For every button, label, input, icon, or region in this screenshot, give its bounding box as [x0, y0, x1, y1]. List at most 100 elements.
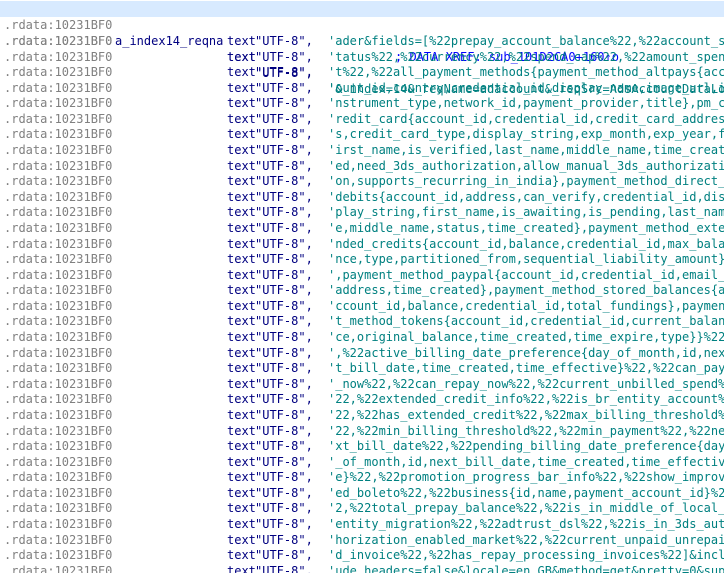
directive-keyword: text [227, 563, 256, 573]
line-address: .rdata:10231BF0 [4, 205, 113, 220]
encoding-literal: "UTF-8", [255, 563, 313, 573]
string-value: ',payment_method_paypal{account_id,crede… [328, 267, 724, 282]
string-value: '_of_month,id,next_bill_date,time_create… [328, 454, 724, 469]
listing-line[interactable]: .rdata:10231BF0 text "UTF-8", 'nce,type,par… [0, 251, 724, 267]
encoding-literal: "UTF-8", [255, 267, 313, 282]
line-address: .rdata:10231BF0 [4, 34, 113, 48]
listing-line[interactable]: .rdata:10231BF0 text "UTF-8", '22,%22extend… [0, 391, 724, 407]
listing-line[interactable]: .rdata:10231BF0 text "UTF-8", 'ed,need_3ds_… [0, 158, 724, 174]
listing-line[interactable]: .rdata:10231BF0 text "UTF-8", 'd_invoice%22… [0, 547, 724, 563]
listing-line[interactable]: .rdata:10231BF0 text "UTF-8", 't_bill_date,… [0, 360, 724, 376]
line-address: .rdata:10231BF0 [4, 174, 113, 189]
listing-line[interactable]: .rdata:10231BF0 text "UTF-8", ',%22active_b… [0, 345, 724, 361]
line-address: .rdata:10231BF0 [4, 65, 113, 80]
listing-line[interactable]: .rdata:10231BF0 text "UTF-8", ',payment_met… [0, 267, 724, 283]
listing-line[interactable]: .rdata:10231BF0 text "UTF-8", 'ce,original_… [0, 329, 724, 345]
listing-line[interactable]: .rdata:10231BF0 text "UTF-8", 'on,supports_… [0, 173, 724, 189]
string-value: 'nce,type,partitioned_from,sequential_li… [328, 252, 724, 267]
listing-line[interactable]: .rdata:10231BF0 text "UTF-8", 't_method_tok… [0, 313, 724, 329]
disassembly-listing[interactable]: .rdata:10231BF0 a_index14_reqna text "UT… [0, 0, 724, 573]
directive-keyword: text [227, 532, 256, 547]
listing-line[interactable]: .rdata:10231BF0 text "UTF-8", 'nstrument_ty… [0, 95, 724, 111]
listing-line[interactable]: .rdata:10231BF0 a_index14_reqna text "UT… [0, 1, 724, 96]
line-address: .rdata:10231BF0 [4, 345, 113, 360]
listing-line[interactable]: .rdata:10231BF0 text "UTF-8", 'tatus%22,%22… [0, 49, 724, 65]
encoding-literal: "UTF-8", [255, 516, 313, 531]
encoding-literal: "UTF-8", [255, 470, 313, 485]
line-address: .rdata:10231BF0 [4, 111, 113, 126]
string-value: 'entity_migration%22,%22adtrust_dsl%22,%… [328, 516, 724, 531]
string-value: 'ccount_id,balance,credential_id,total_f… [328, 298, 724, 313]
listing-line[interactable]: .rdata:10231BF0 text "UTF-8", 'horization_e… [0, 532, 724, 548]
string-value: '2,%22total_prepay_balance%22,%22is_in_m… [328, 501, 724, 516]
listing-line[interactable]: .rdata:10231BF0 text "UTF-8", 'ader&fields=… [0, 33, 724, 49]
line-address: .rdata:10231BF0 [4, 236, 113, 251]
listing-line[interactable]: .rdata:10231BF0 text "UTF-8", 'debits{accou… [0, 189, 724, 205]
listing-line[interactable]: .rdata:10231BF0 text "UTF-8", 'ccount_id,ba… [0, 298, 724, 314]
encoding-literal: "UTF-8", [255, 143, 313, 158]
encoding-literal: "UTF-8", [255, 34, 313, 48]
listing-line[interactable]: .rdata:10231BF0 text "UTF-8", 'ount_id,coun… [0, 80, 724, 96]
line-address: .rdata:10231BF0 [4, 220, 113, 235]
listing-line[interactable]: .rdata:10231BF0 text "UTF-8", 'entity_migra… [0, 516, 724, 532]
encoding-literal: "UTF-8", [255, 361, 313, 376]
string-value: 'xt_bill_date%22,%22pending_billing_date… [328, 439, 724, 454]
string-value: ',%22active_billing_date_preference{day_… [328, 345, 724, 360]
listing-line[interactable]: .rdata:10231BF0 text "UTF-8", '22,%22has_ex… [0, 407, 724, 423]
directive-keyword: text [227, 345, 256, 360]
line-address: .rdata:10231BF0 [4, 158, 113, 173]
directive-keyword: text [227, 34, 256, 48]
listing-line[interactable]: .rdata:10231BF0 text "UTF-8", '22,%22min_bi… [0, 423, 724, 439]
string-value: 'redit_card{account_id,credential_id,cre… [328, 111, 724, 126]
line-address: .rdata:10231BF0 [4, 454, 113, 469]
encoding-literal: "UTF-8", [255, 158, 313, 173]
string-value: 'ount_id,country,credential_id,display_n… [328, 80, 724, 95]
line-address: .rdata:10231BF0 [4, 314, 113, 329]
listing-line[interactable]: .rdata:10231BF0 text "UTF-8", '2,%22total_p… [0, 500, 724, 516]
encoding-literal: "UTF-8", [255, 423, 313, 438]
encoding-literal: "UTF-8", [255, 298, 313, 313]
string-value: 'e}%22,%22promotion_progress_bar_info%22… [328, 470, 724, 485]
listing-line[interactable]: .rdata:10231BF0 text "UTF-8", 'e,middle_nam… [0, 220, 724, 236]
encoding-literal: "UTF-8", [255, 127, 313, 142]
encoding-literal: "UTF-8", [255, 501, 313, 516]
listing-line[interactable]: .rdata:10231BF0 ; DATA XREF: sub_101D2CA… [0, 17, 724, 64]
directive-keyword: text [227, 111, 256, 126]
directive-keyword: text [227, 298, 256, 313]
listing-line[interactable]: .rdata:10231BF0 text "UTF-8", 'play_string,… [0, 204, 724, 220]
listing-line[interactable]: .rdata:10231BF0 text "UTF-8", 'xt_bill_date… [0, 438, 724, 454]
string-value: 'e,middle_name,status,time_created},paym… [328, 220, 724, 235]
string-value: 'address,time_created},payment_method_st… [328, 283, 724, 298]
string-value: 'nded_credits{account_id,balance,credent… [328, 236, 724, 251]
listing-line[interactable]: .rdata:10231BF0 text "UTF-8", 'ed_boleto%22… [0, 485, 724, 501]
listing-line[interactable]: .rdata:10231BF0 text "UTF-8", 't%22,%22all_… [0, 64, 724, 80]
string-value: 'tatus%22,%22currency%22,%22spend_cap%22… [328, 49, 724, 64]
listing-line[interactable]: .rdata:10231BF0 text "UTF-8", '_now%22,%22c… [0, 376, 724, 392]
directive-keyword: text [227, 439, 256, 454]
line-address: .rdata:10231BF0 [4, 267, 113, 282]
listing-line[interactable]: .rdata:10231BF0 text "UTF-8", 's,credit_car… [0, 126, 724, 142]
line-address: .rdata:10231BF0 [4, 361, 113, 376]
listing-line[interactable]: .rdata:10231BF0 text "UTF-8", 'e}%22,%22pro… [0, 469, 724, 485]
listing-line[interactable]: .rdata:10231BF0 text "UTF-8", 'irst_name,is… [0, 142, 724, 158]
listing-line[interactable]: .rdata:10231BF0 text "UTF-8", 'redit_card{a… [0, 111, 724, 127]
line-address: .rdata:10231BF0 [4, 563, 113, 573]
directive-keyword: text [227, 330, 256, 345]
string-value: 'ce,original_balance,time_created,time_e… [328, 330, 724, 345]
line-address: .rdata:10231BF0 [4, 143, 113, 158]
line-address: .rdata:10231BF0 [4, 532, 113, 547]
listing-line[interactable]: .rdata:10231BF0 text "UTF-8", 'ude_headers=… [0, 563, 724, 573]
directive-keyword: text [227, 65, 256, 80]
string-value: '22,%22has_extended_credit%22,%22max_bil… [328, 407, 724, 422]
listing-line[interactable]: .rdata:10231BF0 text "UTF-8", 'address,time… [0, 282, 724, 298]
listing-line[interactable]: .rdata:10231BF0 text "UTF-8", '_of_month,id… [0, 454, 724, 470]
listing-line[interactable]: .rdata:10231BF0 text "UTF-8", 'nded_credits… [0, 236, 724, 252]
line-address: .rdata:10231BF0 [4, 392, 113, 407]
directive-keyword: text [227, 314, 256, 329]
encoding-literal: "UTF-8", [255, 49, 313, 64]
line-address: .rdata:10231BF0 [4, 376, 113, 391]
directive-keyword: text [227, 189, 256, 204]
directive-keyword: text [227, 361, 256, 376]
encoding-literal: "UTF-8", [255, 80, 313, 95]
line-address: .rdata:10231BF0 [4, 330, 113, 345]
